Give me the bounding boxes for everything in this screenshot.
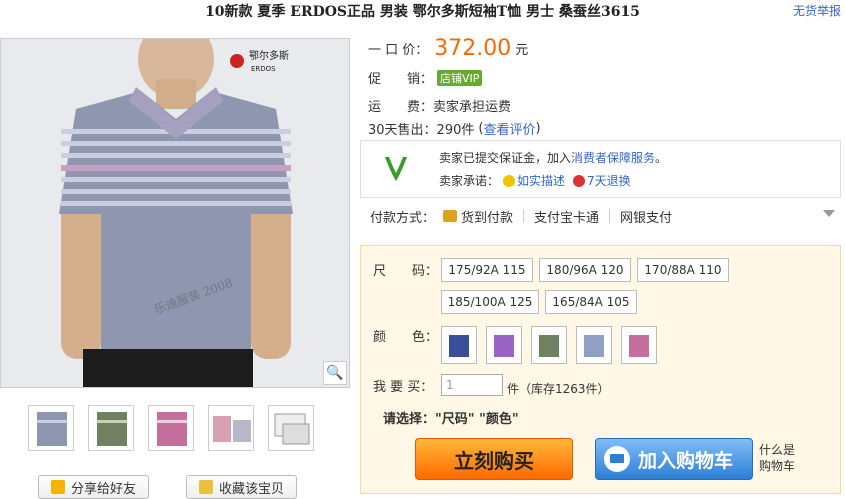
page-title: 10新款 夏季 ERDOS正品 男装 鄂尔多斯短袖T恤 男士 桑蚕丝3615 <box>205 4 640 20</box>
share-button[interactable]: 分享给好友 <box>38 475 150 499</box>
brand-logo-en: ERDOS <box>251 65 276 73</box>
what-is-cart-link[interactable]: 什么是 购物车 <box>759 442 795 474</box>
brand-logo-cn: 鄂尔多斯 <box>249 49 289 62</box>
share-icon <box>51 480 65 494</box>
size-option-2[interactable]: 180/96A 120 <box>539 258 631 282</box>
color-swatch-4[interactable] <box>576 326 612 364</box>
quantity-input[interactable] <box>441 374 503 396</box>
cart-icon <box>604 446 630 472</box>
review-link[interactable]: 查看评价 <box>483 119 535 138</box>
report-link[interactable]: 无货举报 <box>793 0 841 22</box>
expand-arrow-icon[interactable] <box>823 210 835 217</box>
magnifier-icon[interactable]: 🔍 <box>323 361 347 385</box>
promo-row: 促 销： 店铺VIP <box>368 68 483 87</box>
thumbnail-3[interactable] <box>148 405 194 451</box>
payment-method-alipay[interactable]: 支付宝卡通 <box>534 207 599 226</box>
hands-icon <box>385 157 407 181</box>
payment-method-bank[interactable]: 网银支付 <box>620 207 672 226</box>
promise-describe-link[interactable]: 如实描述 <box>517 172 565 189</box>
options-panel: 尺 码： 175/92A 115 180/96A 120 170/88A 110… <box>360 245 841 494</box>
vip-badge: 店铺VIP <box>437 69 483 86</box>
bulb-icon <box>503 174 516 187</box>
add-to-cart-button[interactable]: 加入购物车 <box>595 438 753 480</box>
payment-method-cod[interactable]: 货到付款 <box>461 207 513 226</box>
thumbnail-strip <box>28 405 314 451</box>
color-swatch-1[interactable] <box>441 326 477 364</box>
size-option-5[interactable]: 165/84A 105 <box>545 290 637 314</box>
size-option-3[interactable]: 170/88A 110 <box>637 258 729 282</box>
shipping-row: 运 费： 卖家承担运费 <box>368 100 512 115</box>
color-swatch-2[interactable] <box>486 326 522 364</box>
color-swatch-5[interactable] <box>621 326 657 364</box>
product-main-image[interactable]: 鄂尔多斯 ERDOS 乐迪服装 2008 🔍 <box>0 38 350 388</box>
price-row: 一 口 价： 372.00 元 <box>368 36 529 61</box>
stock-count: （库存1263件） <box>519 382 610 396</box>
buy-now-button[interactable]: 立刻购买 <box>415 438 573 480</box>
product-photo: 鄂尔多斯 ERDOS 乐迪服装 2008 <box>1 39 349 387</box>
size-option-4[interactable]: 185/100A 125 <box>441 290 539 314</box>
favorite-icon <box>199 480 213 494</box>
color-swatch-3[interactable] <box>531 326 567 364</box>
consumer-protection-link[interactable]: 消费者保障服务 <box>571 151 655 165</box>
thumbnail-4[interactable] <box>208 405 254 451</box>
thumbnail-1[interactable] <box>28 405 74 451</box>
guarantee-box: 卖家已提交保证金，加入消费者保障服务。 卖家承诺： 如实描述 7天退换 <box>360 140 841 198</box>
payment-row: 付款方式： 货到付款 支付宝卡通 网银支付 <box>360 203 841 229</box>
size-option-1[interactable]: 175/92A 115 <box>441 258 533 282</box>
favorite-button[interactable]: 收藏该宝贝 <box>186 475 298 499</box>
thumbnail-5[interactable] <box>268 405 314 451</box>
cod-icon <box>443 210 458 222</box>
sold-row: 30天售出： 290件 (查看评价) <box>368 119 541 138</box>
thumbnail-2[interactable] <box>88 405 134 451</box>
seven-day-icon <box>573 174 586 187</box>
selection-hint: 请选择："尺码" "颜色" <box>383 412 519 427</box>
price-value: 372.00 <box>434 36 512 61</box>
promise-return-link[interactable]: 7天退换 <box>587 172 631 189</box>
